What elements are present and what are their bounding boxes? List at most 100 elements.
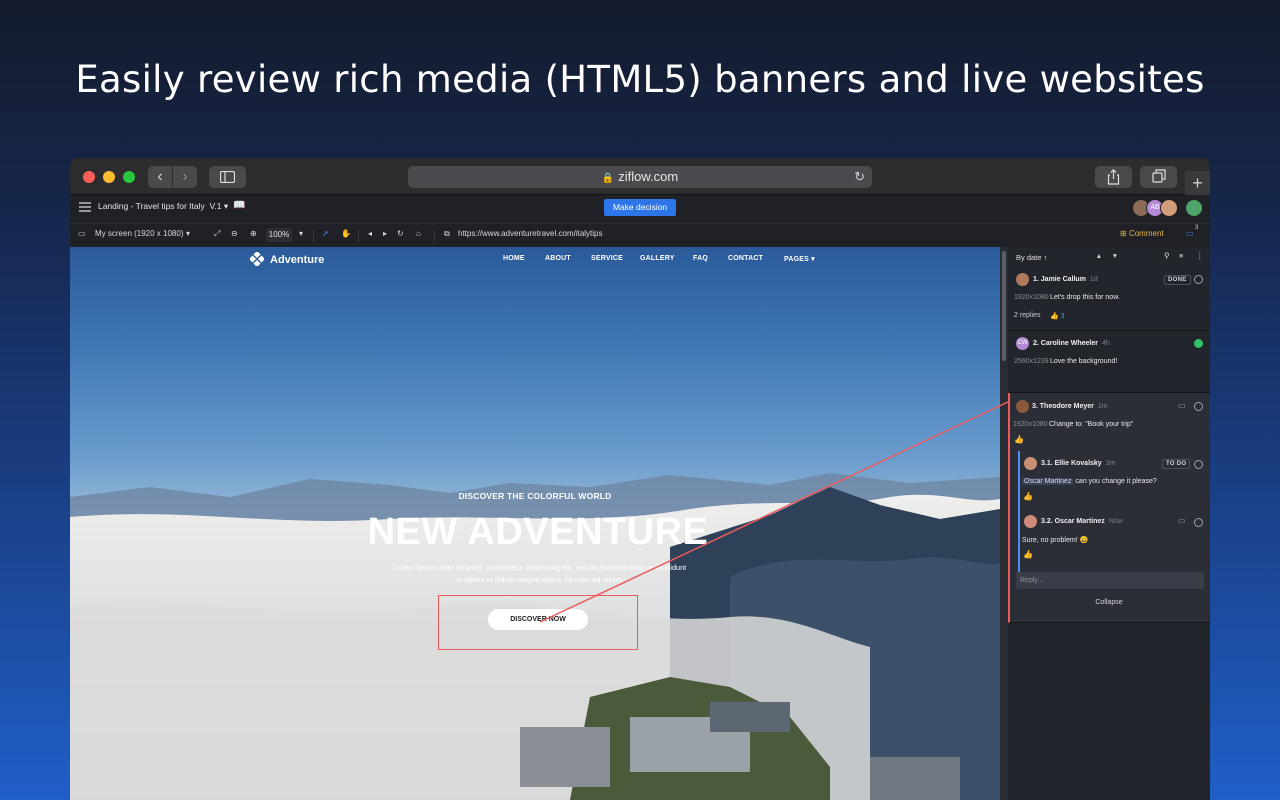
nav-back-icon[interactable]: ◂	[368, 229, 372, 238]
thumbs-up-icon[interactable]: 👍	[1023, 492, 1033, 501]
resolve-checkbox[interactable]	[1194, 460, 1203, 469]
plus-icon: +	[1192, 173, 1203, 193]
refresh-icon[interactable]: ↻	[397, 229, 404, 238]
pointer-tool-icon[interactable]: ➚	[322, 229, 329, 238]
site-nav-gallery[interactable]: GALLERY	[640, 255, 675, 262]
make-decision-button[interactable]: Make decision	[604, 199, 676, 216]
divider	[358, 230, 359, 242]
avatar	[1016, 273, 1029, 286]
thumbs-up-icon[interactable]: 👍	[1023, 550, 1033, 559]
zoom-out-icon[interactable]: ⊖	[231, 229, 238, 238]
chevron-down-icon[interactable]: ▾	[186, 229, 190, 238]
new-tab-button[interactable]: +	[1185, 171, 1210, 195]
avatar	[1024, 457, 1037, 470]
hand-tool-icon[interactable]: ✋	[341, 229, 351, 238]
reviewer-avatar[interactable]	[1160, 199, 1178, 217]
sort-select[interactable]: By date ↑	[1016, 253, 1047, 262]
reply-text: Sure, no problem! 😀	[1022, 537, 1089, 544]
page-url[interactable]: https://www.adventuretravel.com/italytip…	[458, 229, 603, 238]
site-nav-about[interactable]: ABOUT	[545, 255, 571, 262]
website-preview[interactable]: Adventure HOME ABOUT SERVICE GALLERY FAQ…	[70, 247, 1000, 800]
caret-down-icon[interactable]: ▾	[1113, 251, 1117, 260]
minimize-window-button[interactable]	[103, 171, 115, 183]
back-button[interactable]: ‹	[148, 166, 172, 188]
preview-scrollbar[interactable]	[1000, 247, 1008, 800]
zoom-in-icon[interactable]: ⊕	[250, 229, 257, 238]
status-badge[interactable]: DONE	[1164, 275, 1191, 285]
version-selector[interactable]: V.1	[210, 201, 222, 211]
chevron-right-icon: ›	[182, 168, 188, 185]
replies-link[interactable]: 2 replies	[1014, 312, 1040, 319]
site-nav-contact[interactable]: CONTACT	[728, 255, 763, 262]
user-mention[interactable]: Oscar Martinez	[1022, 478, 1074, 485]
thread-line	[1018, 451, 1020, 573]
forward-button[interactable]: ›	[173, 166, 197, 188]
tag-icon[interactable]: ▭	[1178, 401, 1186, 410]
home-icon[interactable]: ⌂	[416, 229, 421, 238]
browser-window: ‹ › 🔒 ziflow.com ↻ + Landing - Travel tip…	[70, 158, 1210, 800]
nav-forward-icon[interactable]: ▸	[383, 229, 387, 238]
logo-icon	[250, 252, 264, 266]
menu-icon[interactable]	[79, 202, 91, 212]
comment-text: Love the background!	[1050, 358, 1118, 365]
more-options-icon[interactable]: ⋮	[1196, 251, 1204, 260]
reply-author: 3.1. Ellie Kovalsky 3m	[1041, 460, 1116, 467]
screen-size-select[interactable]: My screen (1920 x 1080)	[95, 229, 184, 238]
hero-description: Lorem ipsum dolor sit amet, consectetur …	[393, 563, 687, 584]
divider	[313, 230, 314, 242]
comment-resolution: 2560x1239	[1014, 358, 1049, 365]
scrollbar-thumb[interactable]	[1002, 251, 1006, 361]
resolve-checkbox[interactable]	[1194, 275, 1203, 284]
site-nav-home[interactable]: HOME	[503, 255, 525, 262]
collapse-button[interactable]: Collapse	[1008, 599, 1210, 606]
sidebar-icon	[220, 171, 235, 183]
chevron-down-icon[interactable]: ▾	[299, 229, 303, 238]
comments-panel: By date ↑ ▴ ▾ ⚲ ≡ ⋮ 1. Jamie Callum 1d DO…	[1008, 247, 1210, 800]
site-nav-pages[interactable]: PAGES ▾	[784, 255, 815, 263]
avatar	[1016, 400, 1029, 413]
filter-icon[interactable]: ≡	[1179, 251, 1183, 260]
close-window-button[interactable]	[83, 171, 95, 183]
comments-panel-icon[interactable]: ▭	[1186, 229, 1194, 238]
reply-author: 3.2. Oscar Martinez Now	[1041, 518, 1123, 525]
resolve-checkbox[interactable]	[1194, 518, 1203, 527]
site-logo[interactable]: Adventure	[250, 252, 324, 266]
tabs-overview-button[interactable]	[1140, 166, 1177, 188]
reviewer-avatar[interactable]	[1185, 199, 1203, 217]
external-link-icon[interactable]: ⧉	[444, 229, 450, 239]
comment-author: 3. Theodore Meyer 1m	[1032, 403, 1108, 410]
app-header: Landing - Travel tips for Italy V.1 ▾ 📖 …	[70, 196, 1210, 220]
document-title[interactable]: Landing - Travel tips for Italy V.1 ▾	[98, 201, 228, 212]
comment-card[interactable]: 1. Jamie Callum 1d DONE 1920x1080 Let's d…	[1008, 267, 1210, 331]
address-bar[interactable]: 🔒 ziflow.com ↻	[408, 166, 872, 188]
tag-icon[interactable]: ▭	[1178, 516, 1186, 525]
annotation-box[interactable]	[438, 595, 638, 650]
book-icon[interactable]: 📖	[233, 200, 245, 211]
reply-input[interactable]: Reply...	[1016, 572, 1204, 589]
thumbs-up-icon[interactable]: 👍	[1050, 313, 1059, 320]
site-nav-service[interactable]: SERVICE	[591, 255, 623, 262]
resolve-checkbox[interactable]	[1194, 402, 1203, 411]
tabs-icon	[1152, 169, 1166, 183]
comment-card[interactable]: CW 2. Caroline Wheeler 4h 2560x1239 Love …	[1008, 331, 1210, 393]
comment-resolution: 1920x1080	[1013, 421, 1048, 428]
zoom-level[interactable]: 100%	[266, 228, 292, 242]
comment-text: Let's drop this for now.	[1050, 294, 1120, 301]
site-nav-faq[interactable]: FAQ	[693, 255, 708, 262]
status-badge[interactable]: TO DO	[1162, 459, 1191, 469]
share-icon	[1107, 169, 1120, 185]
thumbs-up-icon[interactable]: 👍	[1014, 435, 1024, 444]
hero-title: NEW ADVENTURE	[367, 511, 709, 553]
share-button[interactable]	[1095, 166, 1132, 188]
fullscreen-icon[interactable]: ⤢	[214, 229, 220, 239]
comment-button[interactable]: ⊞ Comment	[1120, 229, 1164, 238]
resolved-check-icon[interactable]	[1194, 339, 1203, 348]
divider	[434, 230, 435, 242]
caret-up-icon[interactable]: ▴	[1097, 251, 1101, 260]
address-text: ziflow.com	[618, 169, 679, 184]
sidebar-toggle-button[interactable]	[209, 166, 246, 188]
comments-panel-header: By date ↑ ▴ ▾ ⚲ ≡ ⋮	[1008, 247, 1210, 267]
search-icon[interactable]: ⚲	[1164, 251, 1170, 260]
reload-icon[interactable]: ↻	[854, 166, 865, 188]
zoom-window-button[interactable]	[123, 171, 135, 183]
